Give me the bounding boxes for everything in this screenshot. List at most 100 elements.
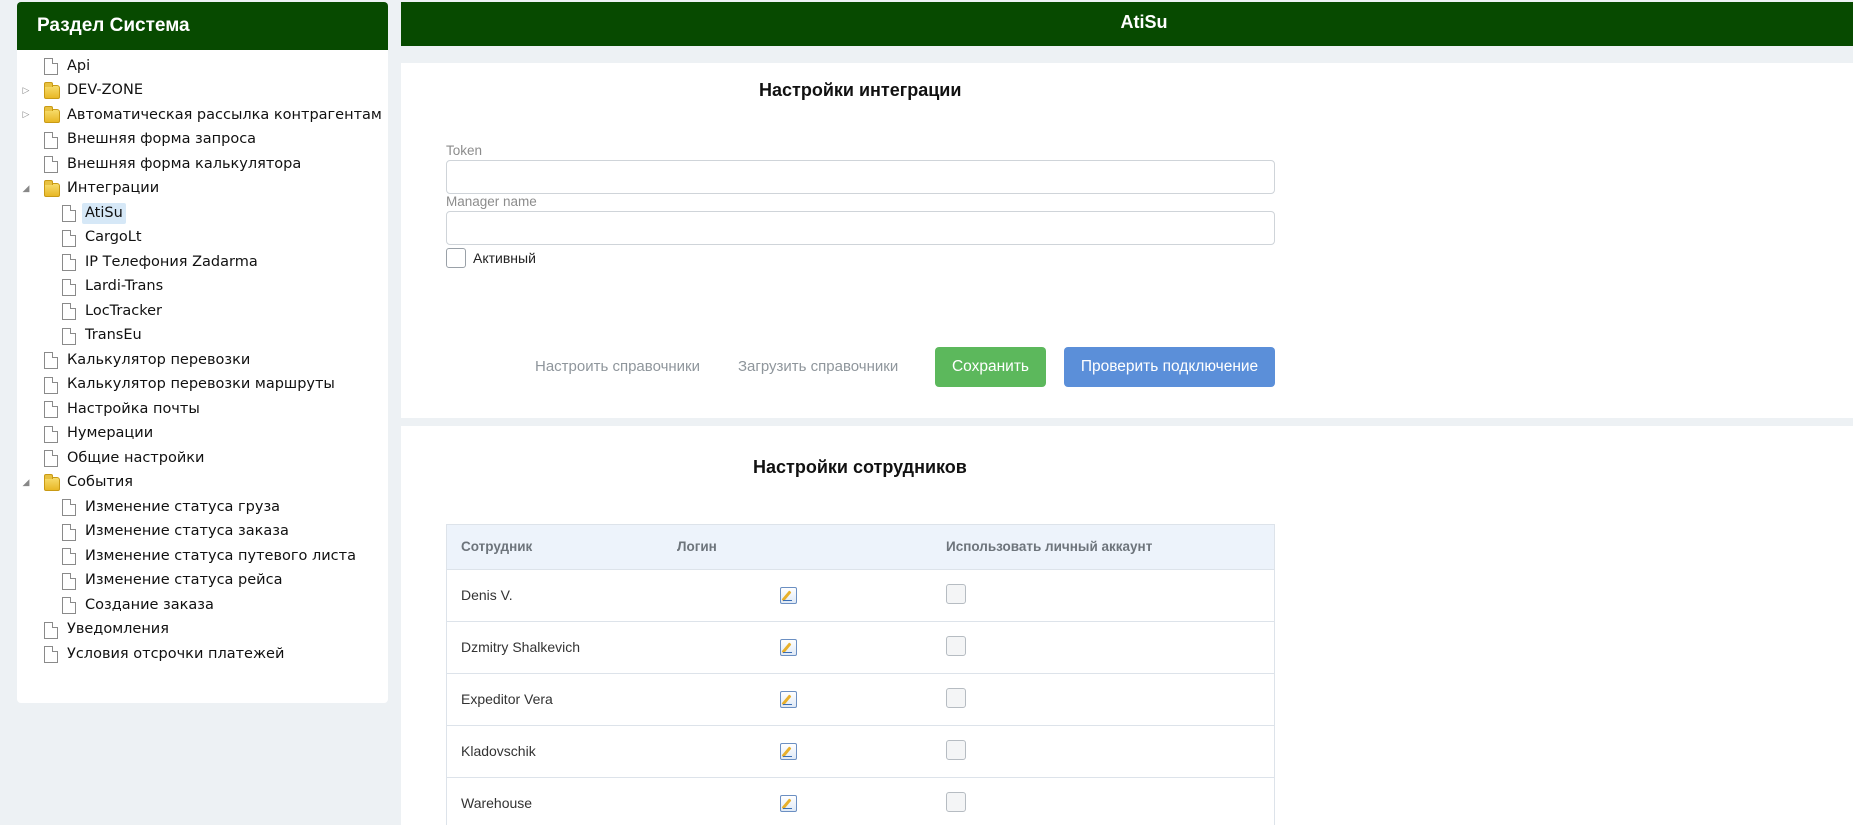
sidebar-item[interactable]: IP Телефония Zadarma <box>17 250 388 275</box>
file-icon <box>62 303 76 320</box>
use-personal-account-checkbox[interactable] <box>946 636 966 656</box>
folder-icon <box>44 179 60 197</box>
file-icon <box>44 646 58 663</box>
sidebar-item[interactable]: Изменение статуса рейса <box>17 569 388 594</box>
file-icon <box>62 254 76 271</box>
sidebar-item-label: AtiSu <box>82 202 126 224</box>
sidebar-item[interactable]: Калькулятор перевозки маршруты <box>17 373 388 398</box>
sidebar-item-label: Калькулятор перевозки маршруты <box>67 376 335 393</box>
sidebar-item-label: Изменение статуса рейса <box>85 572 283 589</box>
collapse-triangle-icon[interactable]: ▷ <box>21 110 31 120</box>
sidebar-item[interactable]: Lardi-Trans <box>17 275 388 300</box>
sidebar-item-label: Интеграции <box>67 180 160 197</box>
page-title: AtiSu <box>1120 12 1168 32</box>
sidebar-item[interactable]: LocTracker <box>17 299 388 324</box>
sidebar-item[interactable]: Калькулятор перевозки <box>17 348 388 373</box>
collapse-triangle-icon[interactable]: ▷ <box>21 86 31 96</box>
sidebar-item[interactable]: TransEu <box>17 324 388 349</box>
active-label: Активный <box>473 250 536 266</box>
sidebar-item-label: Общие настройки <box>67 449 205 466</box>
use-personal-account-checkbox[interactable] <box>946 740 966 760</box>
sidebar-item[interactable]: ▷ Автоматическая рассылка контрагентам <box>17 103 388 128</box>
sidebar-item-label: Калькулятор перевозки <box>67 351 251 368</box>
folder-icon <box>44 473 60 491</box>
file-icon <box>62 229 76 247</box>
edit-login-icon[interactable] <box>780 795 797 812</box>
sidebar-item[interactable]: Уведомления <box>17 618 388 643</box>
staff-settings-panel: Настройки сотрудников Сотрудник Логин Ис… <box>401 426 1853 825</box>
use-personal-account-checkbox[interactable] <box>946 792 966 812</box>
file-icon <box>62 523 76 541</box>
table-row: Denis V. <box>447 569 1274 621</box>
sidebar-item-label: TransEu <box>85 327 142 344</box>
sidebar-item[interactable]: Изменение статуса заказа <box>17 520 388 545</box>
active-checkbox[interactable] <box>446 248 466 268</box>
token-input[interactable] <box>446 160 1275 194</box>
file-icon <box>62 327 76 345</box>
edit-login-icon[interactable] <box>780 691 797 708</box>
column-header-login: Логин <box>677 539 717 554</box>
system-tree: Api ▷ DEV-ZONE ▷ Автоматическая рассылка кон… <box>17 50 388 667</box>
file-icon <box>44 621 58 639</box>
sidebar-item-label: Изменение статуса путевого листа <box>85 547 356 564</box>
manager-name-label: Manager name <box>446 194 537 209</box>
load-references-button[interactable]: Загрузить справочники <box>738 358 898 375</box>
edit-login-icon[interactable] <box>780 587 797 604</box>
staff-table: Сотрудник Логин Использовать личный акка… <box>446 524 1275 825</box>
edit-login-icon[interactable] <box>780 743 797 760</box>
sidebar-item[interactable]: Создание заказа <box>17 593 388 618</box>
expand-triangle-icon[interactable]: ◢ <box>21 184 31 194</box>
edit-login-icon[interactable] <box>780 639 797 656</box>
employee-name: Kladovschik <box>461 743 536 759</box>
use-personal-account-checkbox[interactable] <box>946 688 966 708</box>
expand-triangle-icon[interactable]: ◢ <box>21 478 31 488</box>
use-personal-account-checkbox[interactable] <box>946 584 966 604</box>
sidebar-item-label: Создание заказа <box>85 596 214 613</box>
file-icon <box>62 597 76 614</box>
sidebar-item-label: События <box>67 474 133 491</box>
sidebar-item[interactable]: ◢ События <box>17 471 388 496</box>
file-icon <box>62 572 76 590</box>
configure-references-button[interactable]: Настроить справочники <box>535 358 700 375</box>
sidebar-item-label: Настройка почты <box>67 400 200 417</box>
sidebar-item[interactable]: Api <box>17 54 388 79</box>
sidebar-item[interactable]: AtiSu <box>17 201 388 226</box>
page-header: AtiSu <box>401 2 1853 46</box>
sidebar-title: Раздел Система <box>17 2 388 50</box>
file-icon <box>44 450 58 467</box>
table-row: Dzmitry Shalkevich <box>447 621 1274 673</box>
sidebar-item-label: Lardi-Trans <box>85 278 164 295</box>
file-icon <box>44 376 58 394</box>
sidebar-item-label: Изменение статуса заказа <box>85 523 289 540</box>
save-button[interactable]: Сохранить <box>935 347 1046 387</box>
manager-name-input[interactable] <box>446 211 1275 245</box>
sidebar-item-label: Уведомления <box>67 621 169 638</box>
file-icon <box>44 131 58 149</box>
sidebar-item[interactable]: CargoLt <box>17 226 388 251</box>
folder-icon <box>44 81 60 99</box>
sidebar-item[interactable]: ◢ Интеграции <box>17 177 388 202</box>
sidebar-item[interactable]: Настройка почты <box>17 397 388 422</box>
sidebar-item-label: Нумерации <box>67 425 154 442</box>
file-icon <box>62 499 76 516</box>
file-icon <box>44 156 58 173</box>
sidebar-item[interactable]: Изменение статуса путевого листа <box>17 544 388 569</box>
sidebar-item-label: Api <box>67 57 91 74</box>
sidebar-item[interactable]: Внешняя форма калькулятора <box>17 152 388 177</box>
staff-table-header: Сотрудник Логин Использовать личный акка… <box>447 525 1274 569</box>
employee-name: Warehouse <box>461 795 533 811</box>
check-connection-button[interactable]: Проверить подключение <box>1064 347 1275 387</box>
sidebar-item[interactable]: Общие настройки <box>17 446 388 471</box>
folder-icon <box>44 106 60 123</box>
sidebar-item-label: Внешняя форма калькулятора <box>67 155 302 172</box>
sidebar-item[interactable]: Внешняя форма запроса <box>17 128 388 153</box>
sidebar-item[interactable]: ▷ DEV-ZONE <box>17 79 388 104</box>
sidebar-item-label: CargoLt <box>85 229 142 246</box>
column-header-use-personal-account: Использовать личный аккаунт <box>946 539 1153 554</box>
sidebar-item[interactable]: Условия отсрочки платежей <box>17 642 388 667</box>
sidebar-item[interactable]: Изменение статуса груза <box>17 495 388 520</box>
file-icon <box>44 58 58 75</box>
file-icon <box>62 278 76 296</box>
sidebar-item[interactable]: Нумерации <box>17 422 388 447</box>
sidebar-item-label: Изменение статуса груза <box>85 498 281 515</box>
